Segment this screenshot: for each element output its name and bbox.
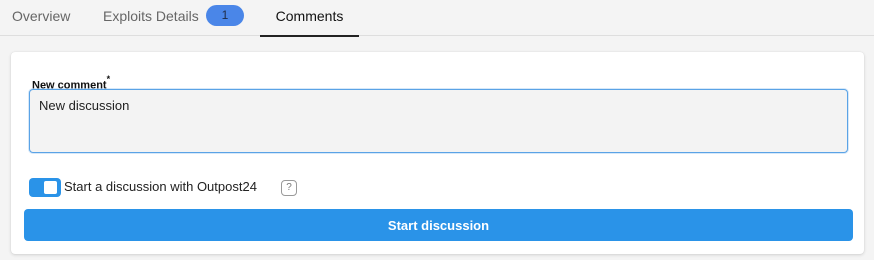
- comment-card: New comment* Start a discussion with Out…: [11, 52, 864, 254]
- tab-exploits-details[interactable]: Exploits Details 1: [103, 0, 248, 36]
- help-icon[interactable]: ?: [281, 180, 297, 196]
- required-mark: *: [106, 74, 111, 84]
- tab-exploits-label: Exploits Details: [103, 8, 199, 24]
- discussion-toggle-row: Start a discussion with Outpost24 ?: [29, 178, 329, 198]
- tab-bar: Overview Exploits Details 1 Comments: [0, 0, 874, 37]
- tab-overview[interactable]: Overview: [12, 0, 76, 36]
- discussion-toggle-label: Start a discussion with Outpost24: [64, 179, 257, 194]
- discussion-toggle[interactable]: [29, 178, 61, 197]
- start-discussion-button[interactable]: Start discussion: [24, 209, 853, 241]
- exploits-count-badge: 1: [206, 5, 244, 26]
- comment-textarea[interactable]: [29, 89, 848, 153]
- tab-comments[interactable]: Comments: [260, 0, 359, 37]
- toggle-knob: [44, 181, 57, 194]
